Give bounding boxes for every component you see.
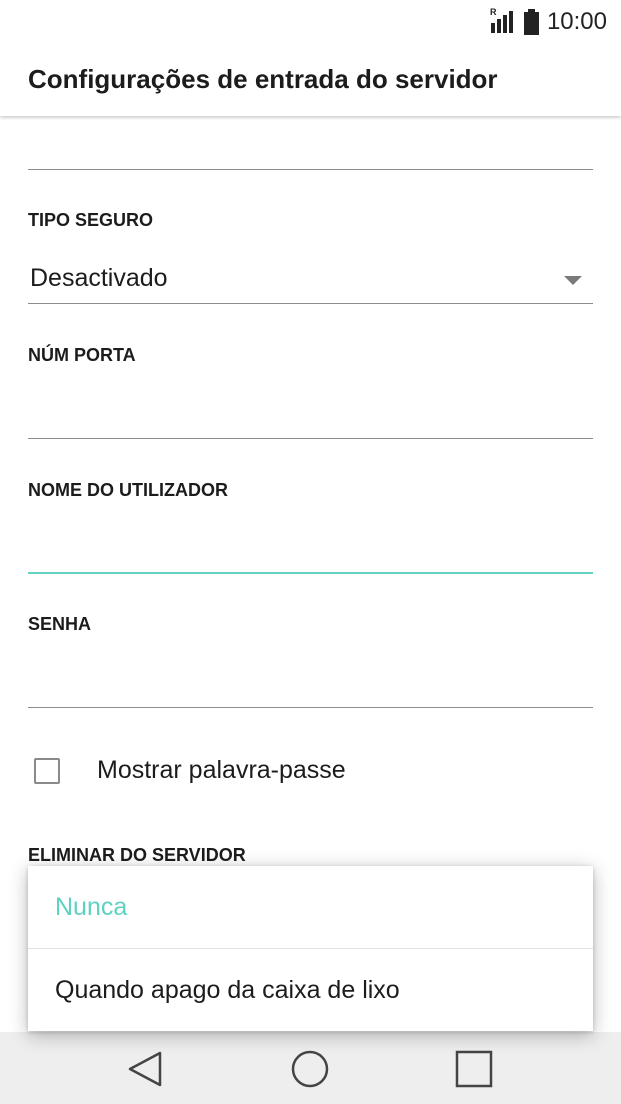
security-type-select[interactable]: Desactivado [28, 256, 593, 304]
recents-icon [455, 1050, 493, 1088]
status-icons: R 10:00 [490, 7, 607, 36]
recents-button[interactable] [449, 1044, 499, 1094]
delete-from-server-label: ELIMINAR DO SERVIDOR [28, 845, 246, 865]
delete-option-popup: Nunca Quando apago da caixa de lixo [28, 866, 593, 1031]
username-divider-focused [28, 572, 593, 574]
security-type-divider [28, 303, 593, 304]
back-icon [128, 1051, 162, 1087]
home-button[interactable] [285, 1044, 335, 1094]
show-password-label: Mostrar palavra-passe [97, 756, 346, 784]
battery-icon [523, 9, 539, 35]
port-divider [28, 438, 593, 439]
status-bar: R 10:00 [0, 0, 621, 44]
navigation-bar [0, 1032, 621, 1104]
popup-option-when-deleted-from-trash[interactable]: Quando apago da caixa de lixo [28, 949, 593, 1031]
security-type-label: TIPO SEGURO [28, 210, 154, 230]
username-input[interactable] [28, 521, 593, 569]
port-input[interactable] [28, 386, 593, 434]
password-input[interactable] [28, 656, 593, 704]
status-time: 10:00 [546, 8, 607, 35]
home-icon [291, 1050, 329, 1088]
port-label: NÚM PORTA [28, 345, 136, 365]
show-password-checkbox[interactable] [34, 758, 60, 784]
password-label: SENHA [28, 614, 92, 634]
field-divider [28, 169, 593, 170]
security-type-value: Desactivado [30, 264, 168, 292]
show-password-row[interactable]: Mostrar palavra-passe [0, 736, 621, 806]
password-divider [28, 707, 593, 708]
page-title: Configurações de entrada do servidor [28, 64, 498, 94]
dropdown-arrow-icon [564, 276, 582, 285]
app-bar: Configurações de entrada do servidor [0, 44, 621, 116]
back-button[interactable] [121, 1044, 171, 1094]
signal-icon: R [490, 7, 516, 35]
popup-option-never[interactable]: Nunca [28, 866, 593, 948]
username-label: NOME DO UTILIZADOR [28, 480, 228, 500]
